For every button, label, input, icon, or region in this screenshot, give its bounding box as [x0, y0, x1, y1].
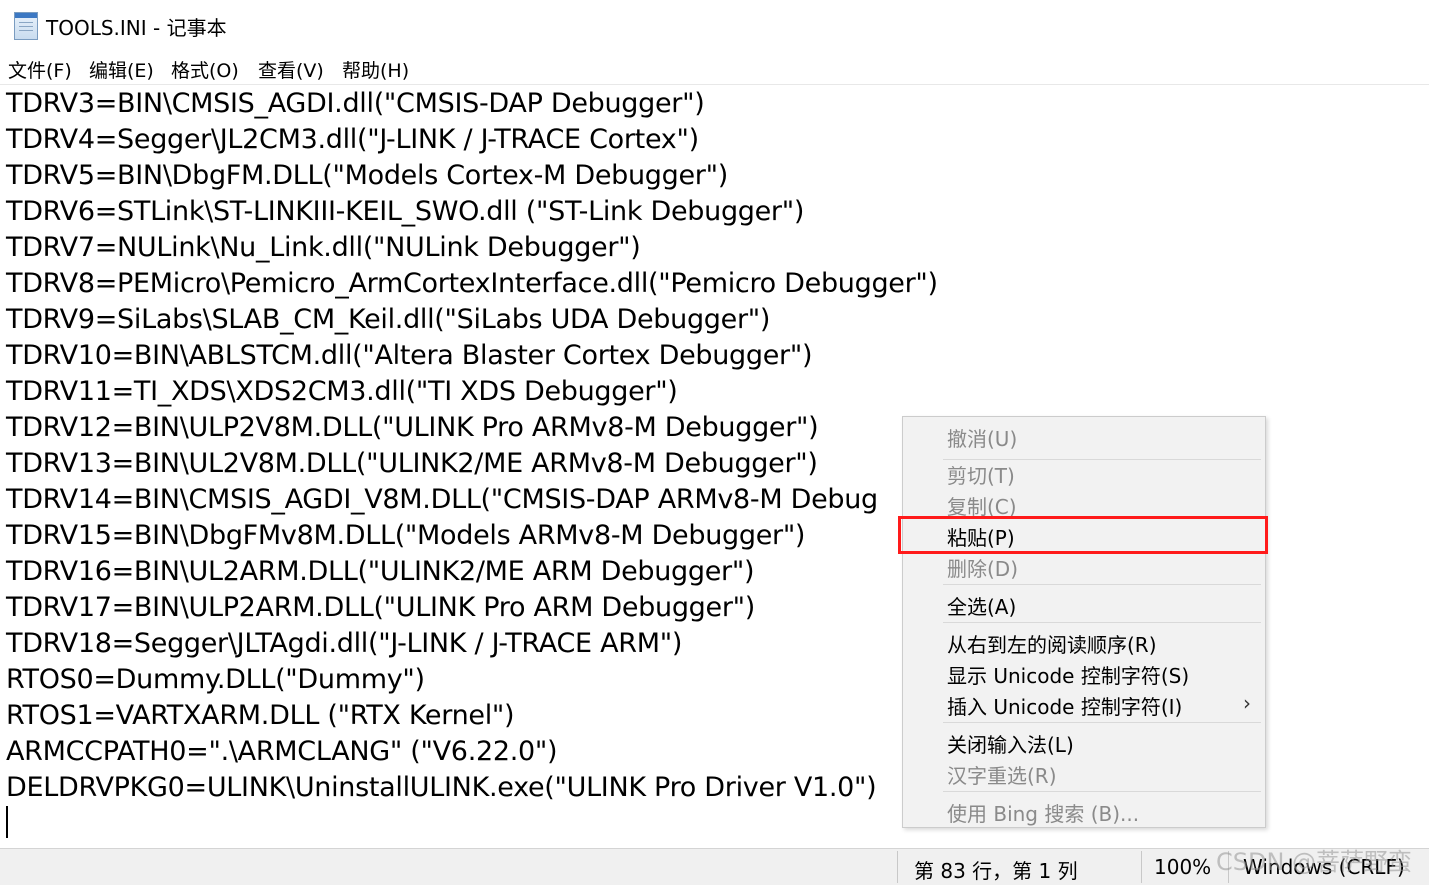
menu-edit[interactable]: 编辑(E)	[89, 56, 154, 83]
text-line: TDRV7=NULink\Nu_Link.dll("NULink Debugge…	[6, 232, 641, 263]
menu-item-show-unicode[interactable]: 显示 Unicode 控制字符(S)	[947, 660, 1189, 689]
menu-bar: 文件(F) 编辑(E) 格式(O) 查看(V) 帮助(H)	[0, 52, 1429, 85]
zoom-level: 100%	[1154, 855, 1212, 879]
text-line: TDRV11=TI_XDS\XDS2CM3.dll("TI XDS Debugg…	[6, 376, 678, 407]
text-line: TDRV12=BIN\ULP2V8M.DLL("ULINK Pro ARMv8-…	[6, 412, 819, 443]
menu-item-delete[interactable]: 删除(D)	[947, 553, 1018, 582]
chevron-right-icon: ›	[1243, 691, 1251, 715]
menu-item-bing-search[interactable]: 使用 Bing 搜索 (B)...	[947, 798, 1139, 827]
menu-item-cut[interactable]: 剪切(T)	[947, 460, 1015, 489]
menu-format[interactable]: 格式(O)	[171, 56, 239, 83]
menu-item-close-ime[interactable]: 关闭输入法(L)	[947, 729, 1074, 758]
text-line: TDRV15=BIN\DbgFMv8M.DLL("Models ARMv8-M …	[6, 520, 806, 551]
menu-item-select-all[interactable]: 全选(A)	[947, 591, 1016, 620]
window-title: TOOLS.INI - 记事本	[46, 16, 227, 40]
text-caret	[6, 806, 8, 838]
menu-item-undo[interactable]: 撤消(U)	[947, 423, 1017, 452]
menu-view[interactable]: 查看(V)	[258, 56, 324, 83]
menu-separator	[943, 722, 1261, 723]
menu-separator	[943, 584, 1261, 585]
text-line: RTOS0=Dummy.DLL("Dummy")	[6, 664, 425, 695]
text-line: DELDRVPKG0=ULINK\UninstallULINK.exe("ULI…	[6, 772, 877, 803]
text-line: TDRV4=Segger\JL2CM3.dll("J-LINK / J-TRAC…	[6, 124, 699, 155]
menu-separator	[943, 791, 1261, 792]
menu-file[interactable]: 文件(F)	[8, 56, 72, 83]
text-line: TDRV5=BIN\DbgFM.DLL("Models Cortex-M Deb…	[6, 160, 728, 191]
text-line: TDRV13=BIN\UL2V8M.DLL("ULINK2/ME ARMv8-M…	[6, 448, 818, 479]
menu-item-rtl[interactable]: 从右到左的阅读顺序(R)	[947, 629, 1157, 658]
status-separator	[1141, 851, 1142, 883]
text-line: TDRV9=SiLabs\SLAB_CM_Keil.dll("SiLabs UD…	[6, 304, 771, 335]
menu-item-reconvert[interactable]: 汉字重选(R)	[947, 760, 1057, 789]
paste-highlight-box	[898, 516, 1268, 554]
notepad-icon	[14, 12, 38, 40]
text-line: RTOS1=VARTXARM.DLL ("RTX Kernel")	[6, 700, 515, 731]
menu-separator	[943, 622, 1261, 623]
menu-item-insert-unicode[interactable]: 插入 Unicode 控制字符(I)	[947, 691, 1182, 720]
text-line: TDRV3=BIN\CMSIS_AGDI.dll("CMSIS-DAP Debu…	[6, 88, 705, 119]
watermark: CSDN @菩萨野蛮	[1216, 848, 1413, 876]
title-bar: TOOLS.INI - 记事本	[0, 0, 1429, 50]
cursor-position: 第 83 行，第 1 列	[914, 859, 1078, 883]
text-line: TDRV10=BIN\ABLSTCM.dll("Altera Blaster C…	[6, 340, 813, 371]
text-line: TDRV8=PEMicro\Pemicro_ArmCortexInterface…	[6, 268, 938, 299]
menu-help[interactable]: 帮助(H)	[342, 56, 409, 83]
status-bar: 第 83 行，第 1 列 100% Windows (CRLF)	[0, 848, 1429, 885]
context-menu: 撤消(U) 剪切(T) 复制(C) 粘贴(P) 删除(D) 全选(A) 从右到左…	[902, 416, 1266, 828]
text-line: TDRV18=Segger\JLTAgdi.dll("J-LINK / J-TR…	[6, 628, 683, 659]
text-line: TDRV6=STLink\ST-LINKIII-KEIL_SWO.dll ("S…	[6, 196, 805, 227]
text-line: TDRV17=BIN\ULP2ARM.DLL("ULINK Pro ARM De…	[6, 592, 755, 623]
text-line: TDRV16=BIN\UL2ARM.DLL("ULINK2/ME ARM Deb…	[6, 556, 755, 587]
text-line: ARMCCPATH0=".\ARMCLANG" ("V6.22.0")	[6, 736, 558, 767]
status-separator	[897, 851, 898, 883]
text-line: TDRV14=BIN\CMSIS_AGDI_V8M.DLL("CMSIS-DAP…	[6, 484, 878, 515]
